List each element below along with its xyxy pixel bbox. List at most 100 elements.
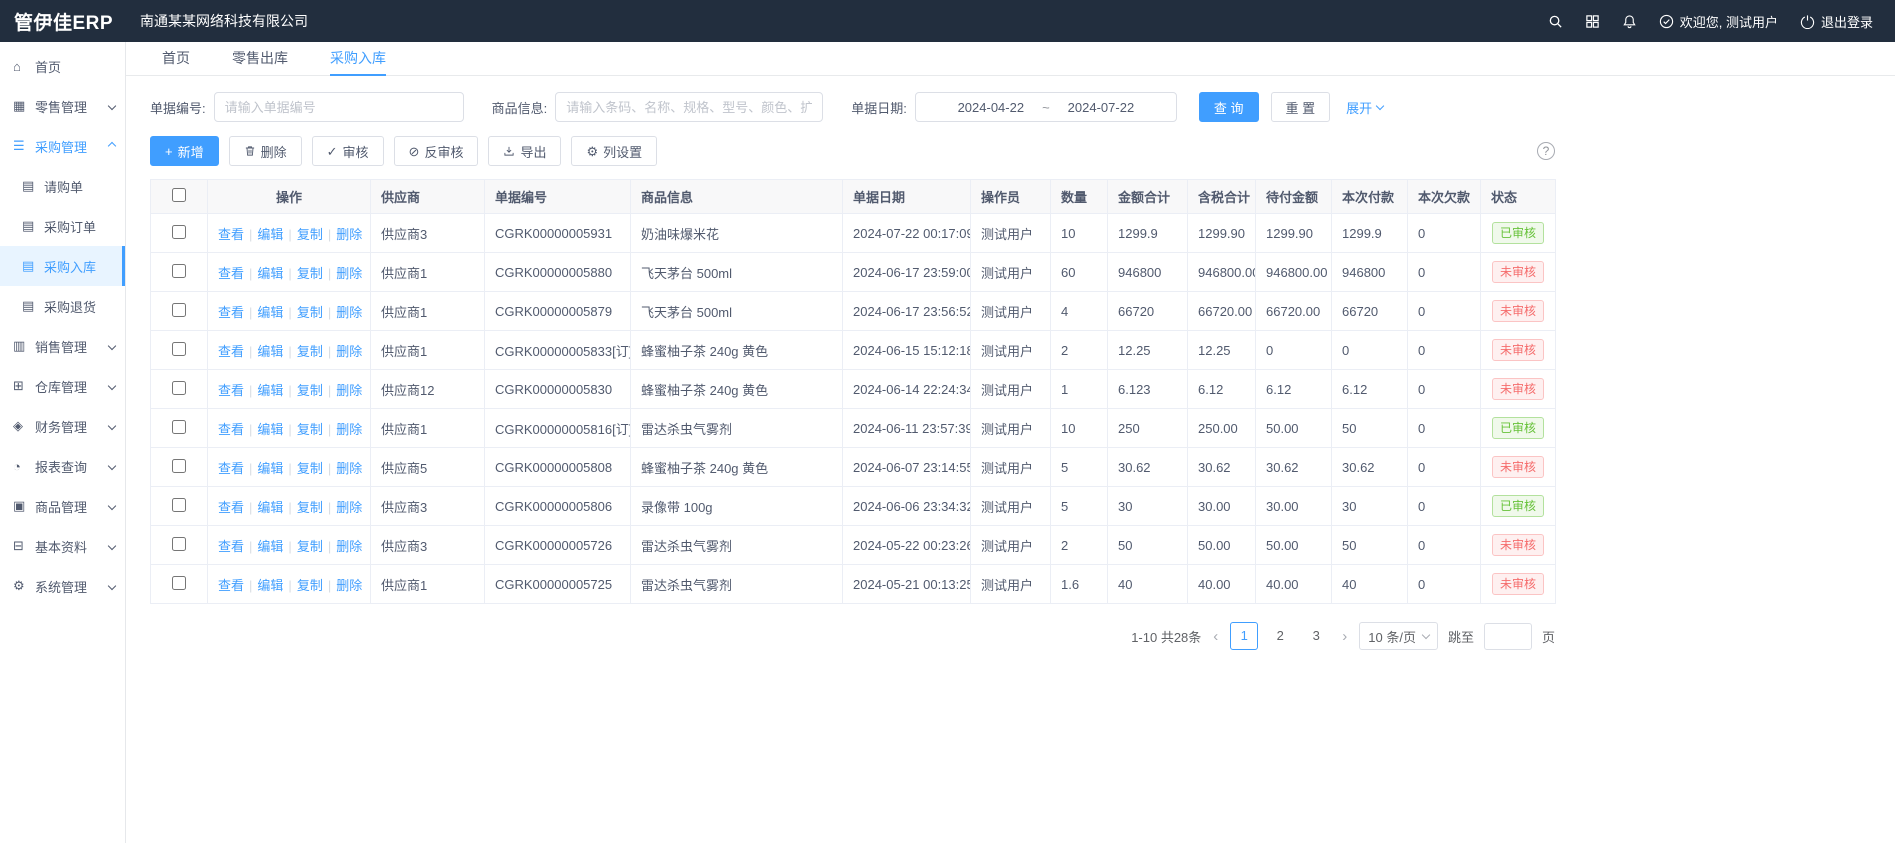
row-action-delete[interactable]: 删除 — [336, 578, 362, 593]
sidebar-item-goods[interactable]: ▣商品管理 — [0, 486, 125, 526]
welcome-user[interactable]: 欢迎您, 测试用户 — [1659, 12, 1778, 31]
add-button[interactable]: +新增 — [150, 136, 219, 166]
row-select-cell — [151, 526, 208, 565]
row-action-delete[interactable]: 删除 — [336, 344, 362, 359]
sidebar-subitem-purchase-inbound[interactable]: ▤采购入库 — [0, 246, 125, 286]
expand-link[interactable]: 展开 — [1346, 98, 1383, 117]
row-checkbox[interactable] — [172, 537, 186, 551]
row-checkbox[interactable] — [172, 381, 186, 395]
row-action-copy[interactable]: 复制 — [297, 344, 323, 359]
row-action-edit[interactable]: 编辑 — [257, 305, 283, 320]
sidebar-item-system[interactable]: ⚙系统管理 — [0, 566, 125, 606]
row-action-delete[interactable]: 删除 — [336, 227, 362, 242]
sidebar-item-basics[interactable]: ⊟基本资料 — [0, 526, 125, 566]
action-separator: | — [249, 227, 252, 242]
row-checkbox[interactable] — [172, 498, 186, 512]
top-header: 管伊佳ERP 南通某某网络科技有限公司 欢迎您, 测试用户 退出登录 — [0, 0, 1895, 42]
prev-page-button[interactable]: ‹ — [1211, 628, 1220, 645]
row-action-edit[interactable]: 编辑 — [257, 539, 283, 554]
row-action-view[interactable]: 查看 — [218, 266, 244, 281]
row-action-view[interactable]: 查看 — [218, 422, 244, 437]
row-action-view[interactable]: 查看 — [218, 578, 244, 593]
export-button[interactable]: 导出 — [488, 136, 561, 166]
columns-button[interactable]: ⚙列设置 — [571, 136, 657, 166]
row-action-edit[interactable]: 编辑 — [257, 500, 283, 515]
order-no-input[interactable] — [214, 92, 464, 122]
row-checkbox[interactable] — [172, 459, 186, 473]
date-to[interactable]: 2024-07-22 — [1068, 100, 1135, 115]
row-checkbox[interactable] — [172, 420, 186, 434]
audit-button[interactable]: ✓审核 — [312, 136, 384, 166]
logout-button[interactable]: 退出登录 — [1800, 12, 1873, 31]
row-checkbox[interactable] — [172, 342, 186, 356]
row-action-view[interactable]: 查看 — [218, 461, 244, 476]
row-action-delete[interactable]: 删除 — [336, 422, 362, 437]
help-icon[interactable]: ? — [1537, 142, 1555, 160]
row-action-delete[interactable]: 删除 — [336, 266, 362, 281]
bell-icon[interactable] — [1622, 14, 1637, 29]
sidebar-item-report[interactable]: ◔报表查询 — [0, 446, 125, 486]
row-action-edit[interactable]: 编辑 — [257, 383, 283, 398]
row-action-edit[interactable]: 编辑 — [257, 422, 283, 437]
goods-info-input[interactable] — [555, 92, 823, 122]
sidebar-subitem-purchase-order[interactable]: ▤采购订单 — [0, 206, 125, 246]
row-checkbox[interactable] — [172, 264, 186, 278]
page-size-select[interactable]: 10 条/页 — [1359, 622, 1438, 650]
date-range-picker[interactable]: 2024-04-22 ~ 2024-07-22 — [915, 92, 1177, 122]
row-action-edit[interactable]: 编辑 — [257, 578, 283, 593]
row-action-view[interactable]: 查看 — [218, 344, 244, 359]
sidebar-subitem-purchase-return[interactable]: ▤采购退货 — [0, 286, 125, 326]
row-action-copy[interactable]: 复制 — [297, 305, 323, 320]
row-action-copy[interactable]: 复制 — [297, 578, 323, 593]
next-page-button[interactable]: › — [1340, 628, 1349, 645]
sidebar-item-sales[interactable]: ▥销售管理 — [0, 326, 125, 366]
row-action-delete[interactable]: 删除 — [336, 461, 362, 476]
row-checkbox[interactable] — [172, 303, 186, 317]
row-action-copy[interactable]: 复制 — [297, 461, 323, 476]
row-action-edit[interactable]: 编辑 — [257, 266, 283, 281]
row-action-copy[interactable]: 复制 — [297, 500, 323, 515]
cell-date: 2024-06-14 22:24:34 — [843, 370, 971, 409]
row-action-view[interactable]: 查看 — [218, 500, 244, 515]
row-action-edit[interactable]: 编辑 — [257, 344, 283, 359]
page-button-1[interactable]: 1 — [1230, 622, 1258, 650]
filter-bar: 单据编号: 商品信息: 单据日期: 2024-04-22 ~ 2024-07-2… — [126, 76, 1895, 136]
row-action-edit[interactable]: 编辑 — [257, 461, 283, 476]
sidebar-subitem-purchase-request[interactable]: ▤请购单 — [0, 166, 125, 206]
row-action-delete[interactable]: 删除 — [336, 305, 362, 320]
search-icon[interactable] — [1548, 14, 1563, 29]
row-action-copy[interactable]: 复制 — [297, 422, 323, 437]
row-action-copy[interactable]: 复制 — [297, 383, 323, 398]
sidebar-item-finance[interactable]: ◈财务管理 — [0, 406, 125, 446]
row-action-copy[interactable]: 复制 — [297, 266, 323, 281]
grid-icon[interactable] — [1585, 14, 1600, 29]
row-action-copy[interactable]: 复制 — [297, 227, 323, 242]
tab-home[interactable]: 首页 — [162, 42, 190, 76]
row-action-delete[interactable]: 删除 — [336, 500, 362, 515]
row-action-view[interactable]: 查看 — [218, 227, 244, 242]
tab-purchase-inbound[interactable]: 采购入库 — [330, 42, 386, 76]
reset-button[interactable]: 重 置 — [1271, 92, 1331, 122]
row-action-edit[interactable]: 编辑 — [257, 227, 283, 242]
row-checkbox[interactable] — [172, 576, 186, 590]
search-button[interactable]: 查 询 — [1199, 92, 1259, 122]
row-action-view[interactable]: 查看 — [218, 305, 244, 320]
sidebar-item-home[interactable]: ⌂首页 — [0, 46, 125, 86]
row-action-copy[interactable]: 复制 — [297, 539, 323, 554]
sidebar-item-retail[interactable]: ▦零售管理 — [0, 86, 125, 126]
tab-retail-outbound[interactable]: 零售出库 — [232, 42, 288, 76]
row-action-view[interactable]: 查看 — [218, 383, 244, 398]
sidebar-item-warehouse[interactable]: ⊞仓库管理 — [0, 366, 125, 406]
page-button-2[interactable]: 2 — [1266, 622, 1294, 650]
date-from[interactable]: 2024-04-22 — [958, 100, 1025, 115]
row-action-delete[interactable]: 删除 — [336, 383, 362, 398]
row-action-view[interactable]: 查看 — [218, 539, 244, 554]
delete-button[interactable]: 删除 — [229, 136, 302, 166]
unaudit-button[interactable]: ⊘反审核 — [394, 136, 479, 166]
sidebar-item-purchase[interactable]: ☰采购管理 — [0, 126, 125, 166]
select-all-checkbox[interactable] — [172, 188, 186, 202]
jump-input[interactable] — [1484, 623, 1532, 650]
row-action-delete[interactable]: 删除 — [336, 539, 362, 554]
page-button-3[interactable]: 3 — [1302, 622, 1330, 650]
row-checkbox[interactable] — [172, 225, 186, 239]
